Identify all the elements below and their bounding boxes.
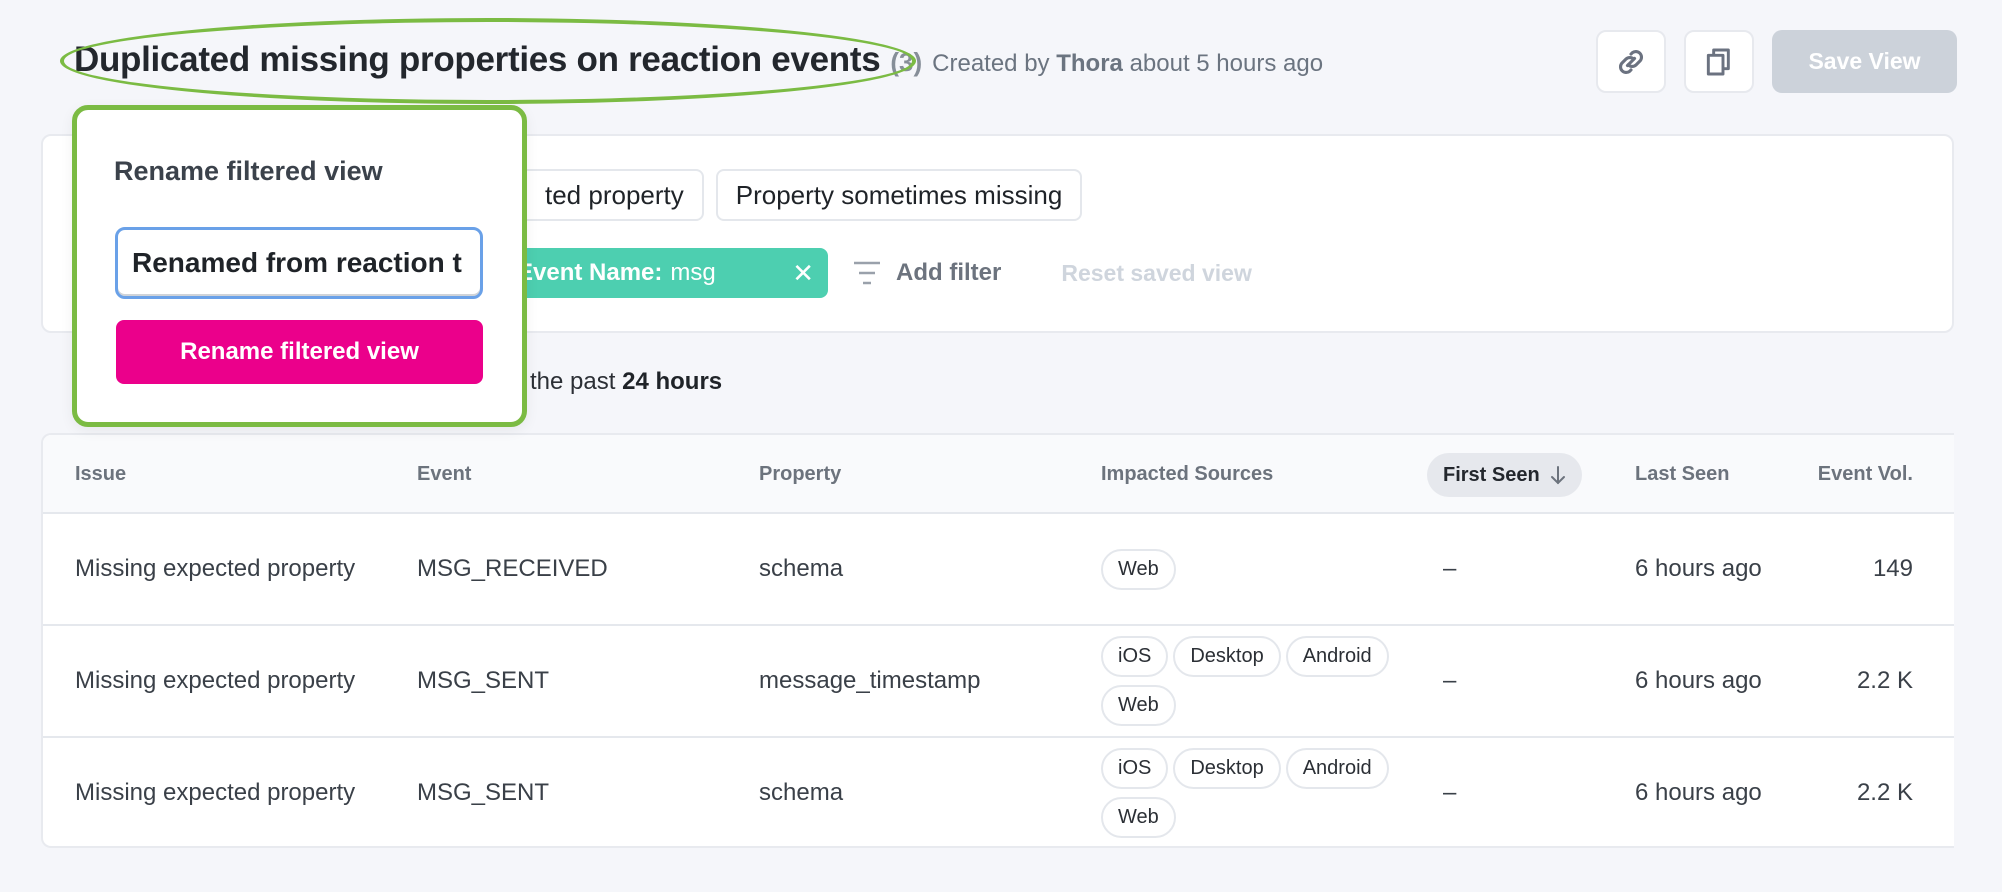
column-header-first-seen[interactable]: First Seen [1427,453,1582,497]
cell-event: MSG_RECEIVED [417,555,608,582]
filter-value: msg [670,259,716,286]
header-actions: Save View [1596,30,1957,93]
cell-property: message_timestamp [759,667,981,694]
column-header-event[interactable]: Event [417,435,471,514]
source-tag: Android [1285,748,1389,789]
table-header: Issue Event Property Impacted Sources Fi… [43,435,1954,514]
source-tags: iOS Desktop Android Web [1101,636,1421,726]
source-tag: Web [1101,548,1176,590]
column-label: First Seen [1443,463,1540,486]
rename-view-popover: Rename filtered view Rename filtered vie… [72,105,527,427]
source-tag: iOS [1101,748,1169,789]
source-tag: iOS [1101,636,1169,677]
cell-first-seen: – [1443,555,1457,582]
column-header-property[interactable]: Property [759,435,841,514]
add-filter-label: Add filter [896,259,1002,286]
cell-issue: Missing expected property [75,555,356,582]
remove-filter-icon[interactable]: ✕ [776,258,814,289]
filter-pill-event-name[interactable]: Event Name: msg ✕ [503,248,828,298]
add-filter-button[interactable]: Add filter [852,259,1001,287]
cell-event-volume: 149 [1872,555,1913,582]
cell-first-seen: – [1443,667,1457,694]
cell-event: MSG_SENT [417,667,550,694]
filter-key: Event Name: [517,259,663,286]
table-row[interactable]: Missing expected property MSG_SENT message… [43,626,1954,738]
sort-descending-icon [1550,466,1565,485]
created-time: about 5 hours ago [1129,50,1324,77]
created-by: Thora [1056,50,1123,77]
created-prefix: Created by [932,50,1050,77]
rename-view-button[interactable]: Rename filtered view [116,320,483,384]
cell-last-seen: 6 hours ago [1635,667,1762,694]
cell-event-volume: 2.2 K [1856,779,1913,806]
column-header-event-volume[interactable]: Event Vol. [1793,435,1913,514]
cell-last-seen: 6 hours ago [1635,555,1762,582]
cell-impacted-sources: iOS Desktop Android Web [1101,626,1421,736]
column-header-impacted-sources[interactable]: Impacted Sources [1101,435,1421,514]
source-tags: Web [1101,548,1421,590]
results-summary: n the past 24 hours [510,368,722,396]
cell-property: schema [759,779,844,806]
filter-icon [854,261,880,285]
table-row[interactable]: Missing expected property MSG_RECEIVED sch… [43,514,1954,626]
page-title[interactable]: Duplicated missing properties on reactio… [74,40,881,80]
cell-last-seen: 6 hours ago [1635,779,1762,806]
duplicate-view-button[interactable] [1684,30,1754,93]
copy-link-button[interactable] [1596,30,1666,93]
issue-type-chip[interactable]: Property sometimes missing [715,169,1083,221]
issues-table: Issue Event Property Impacted Sources Fi… [41,433,1954,848]
title-row: Duplicated missing properties on reactio… [74,40,1323,80]
cell-event: MSG_SENT [417,779,550,806]
cell-property: schema [759,555,844,582]
source-tags: iOS Desktop Android Web [1101,748,1421,838]
view-name-input[interactable] [115,227,483,299]
source-tag: Web [1101,797,1176,838]
source-tag: Web [1101,685,1176,726]
created-info: Created by Thora about 5 hours ago [932,50,1323,78]
cell-impacted-sources: Web [1101,514,1421,624]
source-tag: Desktop [1173,748,1281,789]
cell-issue: Missing expected property [75,667,356,694]
cell-first-seen: – [1443,779,1457,806]
table-body: Missing expected property MSG_RECEIVED sch… [43,514,1954,846]
column-header-last-seen[interactable]: Last Seen [1635,435,1729,514]
cell-impacted-sources: iOS Desktop Android Web [1101,738,1421,846]
column-header-issue[interactable]: Issue [75,435,126,514]
link-icon [1618,49,1644,74]
reset-saved-view-button[interactable]: Reset saved view [1061,260,1252,287]
source-tag: Desktop [1173,636,1281,677]
summary-period: 24 hours [622,368,723,395]
popover-title: Rename filtered view [114,156,383,186]
issue-count: (3) [890,47,923,77]
cell-event-volume: 2.2 K [1856,667,1913,694]
cell-issue: Missing expected property [75,779,356,806]
table-row[interactable]: Missing expected property MSG_SENT schema i… [43,738,1954,846]
source-tag: Android [1285,636,1389,677]
save-view-button[interactable]: Save View [1772,30,1957,93]
copy-icon [1706,48,1730,75]
